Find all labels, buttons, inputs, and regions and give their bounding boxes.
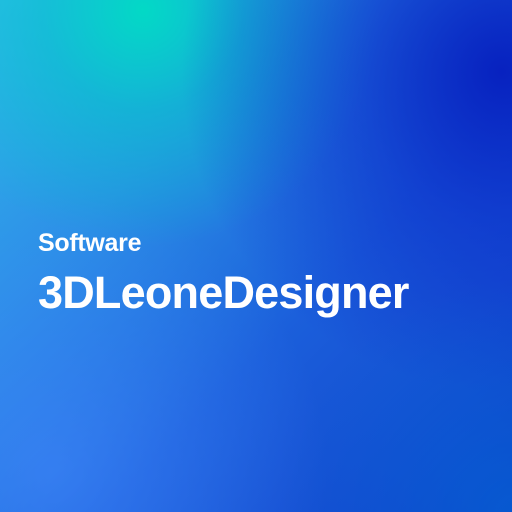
category-label: Software (38, 229, 142, 257)
product-title: 3DLeoneDesigner (38, 267, 409, 318)
caption: Software 3DLeoneDesigner (38, 228, 409, 318)
software-title-card: Software 3DLeoneDesigner (0, 0, 512, 512)
